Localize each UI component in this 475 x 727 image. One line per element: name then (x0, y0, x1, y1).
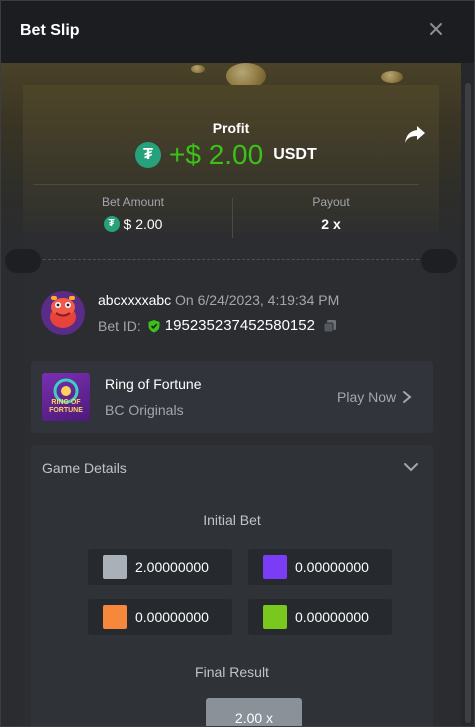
coin-decoration (191, 65, 205, 73)
modal-content: Profit ₮ +$ 2.00 USDT Bet Amount ₮ $ 2.0… (1, 63, 461, 726)
tether-icon: ₮ (135, 142, 161, 168)
shield-check-icon (148, 319, 160, 332)
game-thumbnail-text: RING OF FORTUNE (49, 399, 83, 414)
bet-slip-modal: Bet Slip Profit ₮ +$ 2.00 USDT Bet Amoun (0, 0, 475, 727)
modal-title: Bet Slip (20, 22, 80, 39)
payout-value: 2 x (321, 216, 341, 232)
scrollbar[interactable] (461, 63, 474, 726)
username[interactable]: abcxxxxabc (98, 292, 171, 308)
share-icon[interactable] (403, 123, 427, 145)
game-name[interactable]: Ring of Fortune (105, 376, 202, 392)
bet-id-row: Bet ID: 195235237452580152 (98, 317, 337, 334)
chevron-down-icon[interactable] (403, 461, 419, 473)
profit-amount: +$ 2.00 (169, 139, 264, 170)
final-result-label: Final Result (195, 664, 269, 680)
payout-stat: Payout 2 x (261, 195, 401, 232)
close-icon[interactable] (427, 21, 445, 39)
game-thumbnail[interactable]: RING OF FORTUNE (42, 373, 90, 421)
bet-value: 0.00000000 (135, 609, 209, 625)
initial-bet-label: Initial Bet (203, 512, 261, 528)
final-result-value: 2.00 x (206, 698, 302, 726)
profit-row: ₮ +$ 2.00 USDT (135, 138, 317, 172)
color-swatch (103, 555, 127, 579)
profit-currency: USDT (273, 146, 317, 163)
scrollbar-thumb[interactable] (465, 83, 471, 723)
bet-value: 0.00000000 (295, 609, 369, 625)
avatar[interactable] (41, 291, 85, 335)
bet-value: 0.00000000 (295, 559, 369, 575)
play-now-label: Play Now (337, 389, 397, 405)
bet-cell: 0.00000000 (248, 549, 392, 585)
divider (33, 184, 419, 185)
tether-icon: ₮ (103, 216, 120, 232)
bet-amount-stat: Bet Amount ₮ $ 2.00 (63, 195, 203, 232)
ticket-notch-right (421, 249, 457, 273)
user-line: abcxxxxabc On 6/24/2023, 4:19:34 PM (98, 292, 339, 308)
bet-amount-value-row: ₮ $ 2.00 (63, 216, 203, 232)
bet-cell: 0.00000000 (88, 599, 232, 635)
bet-cell: 0.00000000 (248, 599, 392, 635)
color-swatch (103, 605, 127, 629)
color-swatch (263, 605, 287, 629)
game-details-panel: Game Details Initial Bet 2.00000000 0.00… (31, 445, 433, 726)
bet-ticket: Profit ₮ +$ 2.00 USDT Bet Amount ₮ $ 2.0… (5, 85, 457, 726)
bet-amount-value: $ 2.00 (123, 216, 163, 232)
color-swatch (263, 555, 287, 579)
play-now-button[interactable]: Play Now (337, 389, 412, 405)
bet-cell: 2.00000000 (88, 549, 232, 585)
bet-date: On 6/24/2023, 4:19:34 PM (175, 292, 340, 308)
copy-icon[interactable] (323, 319, 337, 333)
coin-decoration (381, 71, 403, 83)
divider (232, 198, 233, 238)
bet-id-value: 195235237452580152 (164, 317, 315, 334)
profit-label: Profit (212, 120, 250, 136)
chevron-right-icon (403, 391, 412, 403)
bet-id-label: Bet ID: (98, 317, 141, 334)
payout-label: Payout (312, 195, 350, 209)
bet-amount-label: Bet Amount (101, 195, 165, 209)
dashed-separator (43, 259, 419, 260)
game-provider: BC Originals (105, 402, 184, 418)
modal-header: Bet Slip (1, 1, 474, 63)
bet-value: 2.00000000 (135, 559, 209, 575)
game-card[interactable]: RING OF FORTUNE Ring of Fortune BC Origi… (31, 361, 433, 433)
game-details-title[interactable]: Game Details (42, 460, 127, 476)
ticket-notch-left (5, 249, 41, 273)
